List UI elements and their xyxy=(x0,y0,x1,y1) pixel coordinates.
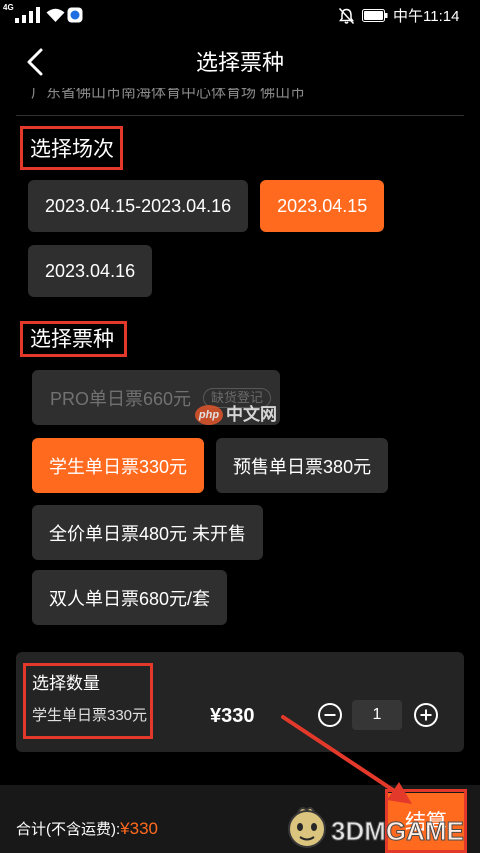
session-row: 2023.04.16 xyxy=(28,245,153,297)
ticket-row: 双人单日票680元/套 xyxy=(32,570,228,625)
quantity-input[interactable]: 1 xyxy=(352,700,402,730)
clock-time: 中午11:14 xyxy=(393,8,460,25)
ticket-section-title: 选择票种 xyxy=(30,328,114,351)
header: 选择票种 xyxy=(0,32,480,88)
session-option[interactable]: 2023.04.15-2023.04.16 xyxy=(28,180,249,232)
plus-circle-icon[interactable] xyxy=(413,702,439,728)
ticket-option-full-price[interactable]: 全价单日票480元 未开售 xyxy=(32,505,264,560)
game-watermark-logo-icon xyxy=(288,806,326,848)
session-option[interactable]: 2023.04.16 xyxy=(28,245,153,297)
ticket-row: PRO单日票660元 缺货登记 xyxy=(32,370,281,425)
ticket-option-label: 预售单日票380元 xyxy=(233,456,372,477)
selected-ticket-name: 学生单日票330元 xyxy=(32,707,148,724)
ticket-option-student[interactable]: 学生单日票330元 xyxy=(32,438,205,493)
out-of-stock-badge[interactable]: 缺货登记 xyxy=(203,387,272,408)
total-value: ¥330 xyxy=(120,819,158,838)
divider xyxy=(16,115,464,116)
ticket-option-pro[interactable]: PRO单日票660元 缺货登记 xyxy=(32,370,281,425)
ticket-option-label: PRO单日票660元 xyxy=(50,388,192,409)
minus-circle-icon[interactable] xyxy=(317,702,343,728)
session-option-label: 2023.04.15 xyxy=(277,195,368,216)
venue-address: 广东省佛山市南海体育中心体育场 佛山市 xyxy=(31,88,306,101)
session-row: 2023.04.15-2023.04.16 2023.04.15 xyxy=(28,180,385,232)
ticket-price: ¥330 xyxy=(210,705,255,727)
session-option-label: 2023.04.16 xyxy=(45,260,136,281)
ticket-option-label: 学生单日票330元 xyxy=(49,456,188,477)
status-bar: 4G 中午11:14 xyxy=(0,0,480,32)
ticket-option-label: 全价单日票480元 未开售 xyxy=(49,523,247,544)
battery-icon xyxy=(362,9,388,22)
checkout-button[interactable]: 结算 xyxy=(388,793,464,853)
session-option[interactable]: 2023.04.15 xyxy=(260,180,385,232)
signal-icon xyxy=(15,7,40,23)
wifi-icon xyxy=(46,8,65,22)
ticket-option-label: 双人单日票680元/套 xyxy=(49,588,211,609)
quantity-title: 选择数量 xyxy=(32,674,100,693)
session-option-label: 2023.04.15-2023.04.16 xyxy=(45,195,232,216)
ticket-option-presale[interactable]: 预售单日票380元 xyxy=(216,438,389,493)
app-notification-icon xyxy=(67,7,83,23)
order-total: 合计(不含运费):¥330 xyxy=(16,819,158,840)
ticket-option-double[interactable]: 双人单日票680元/套 xyxy=(32,570,228,625)
venue-address-container: 广东省佛山市南海体育中心体育场 佛山市 xyxy=(0,88,480,104)
ticket-row: 学生单日票330元 预售单日票380元 xyxy=(32,438,389,493)
page-title: 选择票种 xyxy=(195,50,284,75)
mute-icon xyxy=(338,7,355,25)
total-label: 合计(不含运费): xyxy=(16,821,121,838)
ticket-row: 全价单日票480元 未开售 xyxy=(32,505,264,560)
session-section-title: 选择场次 xyxy=(30,138,114,161)
